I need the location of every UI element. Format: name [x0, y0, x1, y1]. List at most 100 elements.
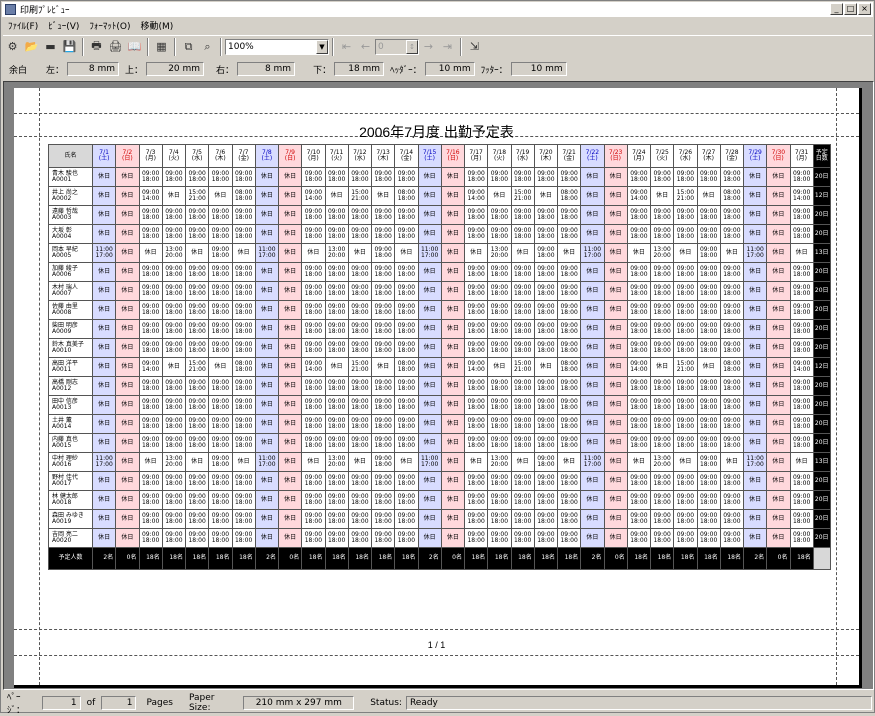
- schedule-cell: 09:00 18:00: [626, 528, 652, 548]
- schedule-cell: 15:00 21:00: [184, 186, 210, 206]
- employee-cell: 鈴木 真美子 A0010: [48, 338, 93, 358]
- exit-icon[interactable]: ⇲: [465, 38, 484, 56]
- headcount-cell: 18名: [510, 547, 535, 570]
- schedule-cell: 15:00 21:00: [510, 357, 535, 377]
- right-margin-field[interactable]: 8 mm: [237, 62, 296, 76]
- schedule-cell: 休日: [440, 395, 466, 415]
- schedule-cell: 09:00 18:00: [696, 471, 721, 491]
- schedule-cell: 休日: [115, 167, 140, 187]
- schedule-cell: 休日: [417, 281, 442, 301]
- grid-view-icon[interactable]: ▦: [152, 38, 171, 56]
- schedule-cell: 休日: [254, 490, 280, 510]
- schedule-cell: 09:00 18:00: [208, 433, 233, 453]
- headcount-cell: 18名: [138, 547, 163, 570]
- employee-cell: 岡本 早紀 A0005: [48, 243, 93, 263]
- left-margin-field[interactable]: 8 mm: [67, 62, 120, 76]
- employee-id: A0020: [52, 537, 72, 544]
- next-page-icon[interactable]: →: [419, 38, 438, 56]
- schedule-cell: 休日: [254, 224, 280, 244]
- menu-file[interactable]: ﾌｧｲﾙ(F): [3, 19, 43, 32]
- schedule-cell: 09:00 18:00: [301, 205, 326, 225]
- bottom-margin-field[interactable]: 18 mm: [334, 62, 385, 76]
- margins-label: 余白: [9, 65, 28, 76]
- schedule-cell: 11:00 17:00: [417, 452, 442, 472]
- settings-icon[interactable]: ⚙: [3, 38, 22, 56]
- menu-navigate[interactable]: 移動(M): [136, 19, 179, 32]
- day-weekday: (木): [540, 155, 552, 162]
- schedule-cell: 09:00 18:00: [161, 167, 187, 187]
- chevron-down-icon[interactable]: ▼: [316, 39, 328, 54]
- schedule-cell: 09:00 18:00: [649, 376, 675, 396]
- header-margin-field[interactable]: 10 mm: [424, 62, 475, 76]
- schedule-cell: 09:00 18:00: [347, 167, 373, 187]
- schedule-cell: 09:00 18:00: [789, 300, 814, 320]
- schedule-cell: 09:00 18:00: [649, 205, 675, 225]
- schedule-cell: 休日: [277, 186, 303, 206]
- menu-view[interactable]: ﾋﾞｭｰ(V): [43, 19, 84, 32]
- top-margin-field[interactable]: 20 mm: [146, 62, 205, 76]
- schedule-cell: 09:00 18:00: [161, 414, 187, 434]
- schedule-cell: 09:00 18:00: [487, 300, 512, 320]
- close-doc-icon[interactable]: ▬: [41, 38, 60, 56]
- schedule-cell: 休日: [580, 262, 605, 282]
- day-column-header: 7/15 (土): [417, 144, 442, 168]
- schedule-cell: 休日: [440, 319, 466, 339]
- footer-margin-field[interactable]: 10 mm: [510, 62, 567, 76]
- schedule-cell: 休日: [766, 319, 791, 339]
- maximize-button[interactable]: □: [844, 3, 857, 15]
- schedule-cell: 09:00 18:00: [347, 395, 373, 415]
- schedule-cell: 11:00 17:00: [91, 243, 117, 263]
- schedule-cell: 09:00 18:00: [463, 205, 489, 225]
- headcount-cell: 18名: [370, 547, 396, 570]
- schedule-cell: 09:00 18:00: [626, 338, 652, 358]
- schedule-cell: 休日: [440, 414, 466, 434]
- zoom-select[interactable]: 100% ▼: [225, 38, 329, 55]
- save-icon[interactable]: 💾: [60, 38, 79, 56]
- open-folder-icon[interactable]: 📂: [22, 38, 41, 56]
- schedule-cell: 09:00 18:00: [208, 205, 233, 225]
- schedule-cell: 休日: [580, 205, 605, 225]
- schedule-cell: 09:00 18:00: [533, 243, 559, 263]
- schedule-cell: 休日: [440, 167, 466, 187]
- title-bar: 印刷ﾌﾟﾚﾋﾞｭｰ _ □ ×: [2, 2, 873, 17]
- headcount-cell: 18名: [789, 547, 814, 570]
- headcount-cell: 18名: [324, 547, 349, 570]
- employee-id: A0003: [52, 214, 72, 221]
- day-column-header: 7/20 (木): [533, 144, 559, 168]
- schedule-cell: 休日: [603, 281, 628, 301]
- last-page-icon[interactable]: ⇥: [438, 38, 457, 56]
- first-page-icon[interactable]: ⇤: [337, 38, 356, 56]
- preview-area[interactable]: 2006年7月度 出勤予定表 氏名 7/1 (土) 7/2 (日) 7/3 (月) 7/4 (火…: [3, 81, 874, 690]
- schedule-cell: 09:00 18:00: [696, 509, 721, 529]
- menu-format[interactable]: ﾌｫｰﾏｯﾄ(O): [84, 19, 135, 32]
- schedule-cell: 09:00 18:00: [301, 281, 326, 301]
- headcount-cell: 2名: [254, 547, 280, 570]
- schedule-cell: 09:00 18:00: [231, 319, 256, 339]
- schedule-cell: 09:00 18:00: [208, 528, 233, 548]
- employee-cell: 井上 尚之 A0002: [48, 186, 93, 206]
- page-number-input[interactable]: 0 ↕: [375, 38, 419, 55]
- prev-page-icon[interactable]: ←: [356, 38, 375, 56]
- find-icon[interactable]: ⌕: [198, 38, 217, 56]
- schedule-cell: 休日: [254, 509, 280, 529]
- schedule-cell: 休日: [766, 281, 791, 301]
- schedule-cell: 09:00 18:00: [487, 528, 512, 548]
- schedule-cell: 15:00 21:00: [184, 357, 210, 377]
- schedule-cell: 休日: [277, 490, 303, 510]
- schedule-cell: 休日: [742, 262, 768, 282]
- schedule-cell: 休日: [766, 167, 791, 187]
- print-icon[interactable]: 🖶: [87, 38, 106, 56]
- minimize-button[interactable]: _: [830, 3, 843, 15]
- print-setup-icon[interactable]: 🖨: [106, 38, 125, 56]
- right-margin-label: 右：: [216, 65, 235, 76]
- schedule-cell: 09:00 18:00: [394, 224, 419, 244]
- schedule-cell: 09:00 14:00: [138, 186, 163, 206]
- book-view-icon[interactable]: 📖: [125, 38, 144, 56]
- schedule-cell: 09:00 18:00: [161, 490, 187, 510]
- close-button[interactable]: ×: [858, 3, 871, 15]
- copy-page-icon[interactable]: ⧉: [179, 38, 198, 56]
- schedule-cell: 09:00 18:00: [347, 490, 373, 510]
- spinner-icon[interactable]: ↕: [406, 39, 418, 54]
- left-margin-label: 左：: [46, 65, 65, 76]
- employee-cell: 木村 瑞人 A0007: [48, 281, 93, 301]
